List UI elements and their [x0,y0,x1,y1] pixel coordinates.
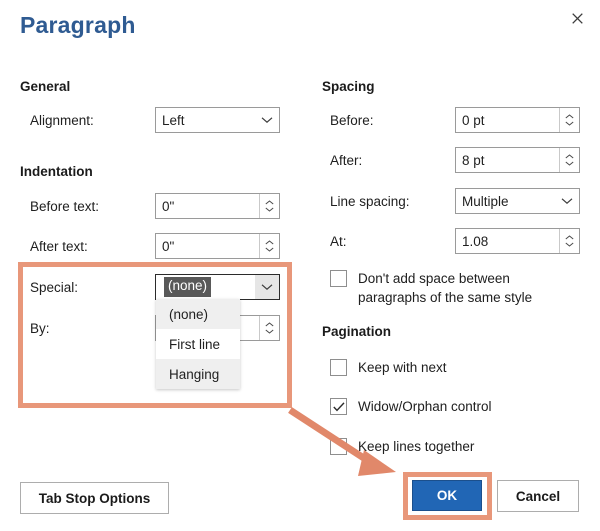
spacing-after-value: 8 pt [462,152,485,168]
keep-lines-together-row[interactable]: Keep lines together [330,437,474,456]
chevron-down-icon [255,108,279,132]
keep-lines-together-label: Keep lines together [358,439,475,454]
line-spacing-label: Line spacing: [330,194,410,209]
checkmark-icon [332,401,345,411]
dont-add-space-line1: Don't add space between [358,271,510,286]
alignment-select[interactable]: Left [155,107,280,133]
after-text-stepper[interactable] [259,234,279,258]
by-stepper[interactable] [259,316,279,340]
widow-orphan-row[interactable]: Widow/Orphan control [330,397,492,416]
alignment-label: Alignment: [30,113,94,128]
special-select[interactable]: (none) [155,274,280,300]
cancel-button[interactable]: Cancel [497,480,579,512]
chevron-down-icon [255,275,279,299]
special-option-none[interactable]: (none) [156,299,240,329]
dont-add-space-checkbox-row[interactable]: Don't add space between paragraphs of the… [330,269,580,307]
special-value: (none) [164,277,212,297]
spacing-after-stepper[interactable] [559,148,579,172]
at-input[interactable]: 1.08 [455,228,580,254]
at-label: At: [330,234,347,249]
widow-orphan-checkbox[interactable] [330,398,347,415]
special-option-hanging[interactable]: Hanging [156,359,240,389]
dont-add-space-checkbox[interactable] [330,270,347,287]
spacing-before-input[interactable]: 0 pt [455,107,580,133]
after-text-label: After text: [30,239,88,254]
special-label: Special: [30,280,79,295]
general-section-heading: General [20,79,71,94]
spacing-section-heading: Spacing [322,79,375,94]
before-text-value: 0" [162,198,175,214]
by-label: By: [30,321,50,336]
special-dropdown-list[interactable]: (none) First line Hanging [156,299,240,389]
alignment-value: Left [162,112,185,128]
before-text-label: Before text: [30,199,100,214]
line-spacing-select[interactable]: Multiple [455,188,580,214]
special-value-wrap: (none) [156,277,255,297]
dont-add-space-line2: paragraphs of the same style [358,290,533,305]
pagination-section-heading: Pagination [322,324,392,339]
widow-orphan-label: Widow/Orphan control [358,399,492,414]
at-value: 1.08 [462,233,489,249]
after-text-input[interactable]: 0" [155,233,280,259]
line-spacing-value: Multiple [462,193,509,209]
spacing-before-value: 0 pt [462,112,485,128]
keep-with-next-row[interactable]: Keep with next [330,358,447,377]
tab-stop-options-button[interactable]: Tab Stop Options [20,482,169,514]
close-glyph [571,12,583,24]
indentation-section-heading: Indentation [20,164,93,179]
chevron-down-icon [555,189,579,213]
spacing-after-input[interactable]: 8 pt [455,147,580,173]
before-text-input[interactable]: 0" [155,193,280,219]
keep-lines-together-checkbox[interactable] [330,438,347,455]
page-title: Paragraph [20,12,136,38]
after-text-value: 0" [162,238,175,254]
spacing-before-stepper[interactable] [559,108,579,132]
ok-button[interactable]: OK [412,480,482,511]
before-text-stepper[interactable] [259,194,279,218]
keep-with-next-label: Keep with next [358,360,447,375]
spacing-after-label: After: [330,153,363,168]
close-icon[interactable] [562,4,592,32]
spacing-before-label: Before: [330,113,374,128]
keep-with-next-checkbox[interactable] [330,359,347,376]
at-stepper[interactable] [559,229,579,253]
special-option-first-line[interactable]: First line [156,329,240,359]
dont-add-space-label: Don't add space between paragraphs of the… [358,269,532,307]
